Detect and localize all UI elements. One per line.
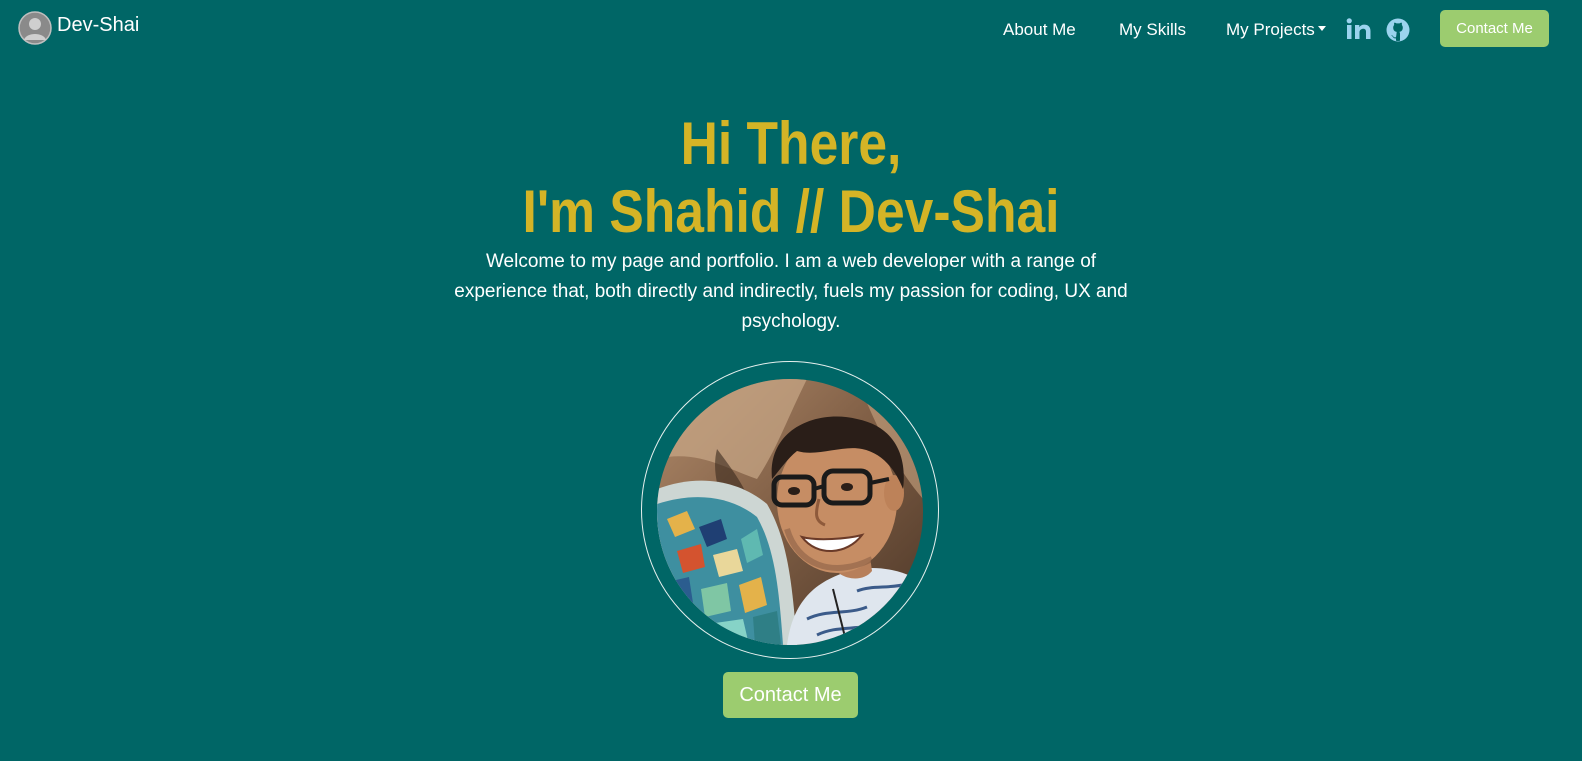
hero-contact-button[interactable]: Contact Me: [723, 672, 858, 718]
profile-photo: [657, 379, 923, 645]
nav-contact-button[interactable]: Contact Me: [1440, 10, 1549, 47]
user-avatar-icon: [18, 11, 52, 45]
nav-about-me[interactable]: About Me: [1003, 20, 1076, 40]
hero-intro: Welcome to my page and portfolio. I am a…: [454, 251, 1128, 332]
brand-name: Dev-Shai: [57, 14, 140, 36]
linkedin-link[interactable]: [1346, 18, 1372, 45]
linkedin-icon: [1346, 18, 1371, 39]
brand-link[interactable]: Dev-Shai: [18, 11, 139, 45]
nav-my-projects-label: My Projects: [1226, 20, 1315, 39]
github-link[interactable]: [1386, 18, 1410, 47]
chevron-down-icon: [1317, 26, 1326, 32]
navbar: Dev-Shai About Me My Skills My Projects …: [0, 0, 1582, 58]
hero-title-line2: I'm Shahid // Dev-Shai: [522, 178, 1060, 245]
github-icon: [1386, 18, 1410, 42]
hero-title: Hi There, I'm Shahid // Dev-Shai: [111, 110, 1472, 246]
nav-my-skills[interactable]: My Skills: [1119, 20, 1186, 40]
nav-my-projects[interactable]: My Projects: [1226, 20, 1326, 40]
hero-title-line1: Hi There,: [680, 110, 902, 177]
